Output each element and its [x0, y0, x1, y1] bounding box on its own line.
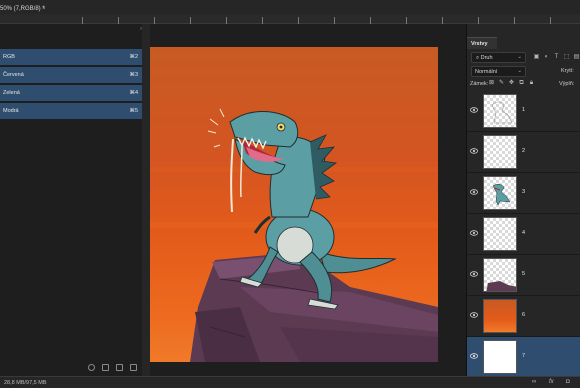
layer-name: 2	[522, 148, 526, 154]
artwork	[150, 108, 438, 362]
ruler-tick	[442, 17, 443, 24]
adjustment-filter-icon[interactable]: ◐	[543, 54, 550, 61]
link-layers-icon[interactable]: ∞	[532, 379, 536, 385]
kind-filter-dropdown[interactable]: ⌕ Druh ⌄	[471, 52, 526, 63]
layers-panel: Vrstvy ⌕ Druh ⌄ ▣ ◐ T ⬚ ▤ Normální ⌄ Kry…	[466, 24, 580, 378]
layer-row[interactable]: 1	[467, 91, 580, 132]
ruler-tick	[550, 17, 551, 24]
layer-row[interactable]: 6	[467, 296, 580, 337]
channel-shortcut: ⌘4	[129, 90, 138, 96]
layer-row[interactable]: 3	[467, 173, 580, 214]
mask-icon[interactable]: ◘	[566, 379, 570, 385]
layer-thumbnail	[483, 135, 517, 169]
lock-position-icon[interactable]: ✥	[508, 80, 515, 87]
layer-name: 7	[522, 353, 526, 359]
ruler-tick	[190, 17, 191, 24]
opacity-label: Krytí:	[561, 68, 574, 74]
ruler-tick	[298, 17, 299, 24]
layer-name: 6	[522, 312, 526, 318]
ruler-tick	[118, 17, 119, 24]
channel-shortcut: ⌘5	[129, 108, 138, 114]
layer-thumbnail	[483, 176, 517, 210]
layers-tab[interactable]: Vrstvy	[467, 37, 497, 49]
channel-shortcut: ⌘2	[129, 54, 138, 60]
close-tab-icon[interactable]: ×	[42, 4, 46, 14]
save-selection-icon[interactable]	[102, 364, 109, 371]
layer-name: 3	[522, 189, 526, 195]
ruler-tick	[478, 17, 479, 24]
ruler-tick	[514, 17, 515, 24]
layer-thumbnail	[483, 340, 517, 374]
ruler-tick	[370, 17, 371, 24]
ruler-tick	[154, 17, 155, 24]
layers-tab-label: Vrstvy	[471, 41, 488, 47]
layer-row[interactable]: 2	[467, 132, 580, 173]
channels-panel: RGB ⌘2 Červená ⌘3 Zelená ⌘4 Modrá ⌘5	[0, 49, 142, 121]
channel-label: Modrá	[3, 108, 19, 114]
status-bar: 28,8 MB/97,5 MB ∞ fx ◘	[0, 376, 580, 388]
eye-icon[interactable]	[470, 107, 478, 113]
shape-filter-icon[interactable]: ⬚	[563, 54, 570, 61]
eye-icon[interactable]	[470, 230, 478, 236]
blend-mode-dropdown[interactable]: Normální ⌄	[471, 66, 526, 77]
new-channel-icon[interactable]	[116, 364, 123, 371]
eye-icon[interactable]	[470, 148, 478, 154]
chevron-down-icon: ⌄	[517, 54, 522, 60]
channel-row-rgb[interactable]: RGB ⌘2	[0, 49, 142, 66]
lock-transparent-icon[interactable]: ⊠	[488, 80, 495, 87]
layer-name: 5	[522, 271, 526, 277]
layer-row-selected[interactable]: 7	[467, 337, 580, 378]
horizontal-ruler	[0, 14, 580, 24]
layer-name: 4	[522, 230, 526, 236]
chevron-down-icon: ⌄	[517, 68, 522, 74]
layer-name: 1	[522, 107, 526, 113]
load-selection-icon[interactable]	[88, 364, 95, 371]
smart-object-filter-icon[interactable]: ▤	[573, 54, 580, 61]
lock-all-icon[interactable]: 🔒︎	[528, 80, 535, 87]
channel-row-blue[interactable]: Modrá ⌘5	[0, 103, 142, 120]
eye-icon[interactable]	[470, 312, 478, 318]
ruler-tick	[262, 17, 263, 24]
channel-row-red[interactable]: Červená ⌘3	[0, 67, 142, 84]
dino-thumbnail	[492, 184, 511, 206]
layer-thumbnail	[483, 94, 517, 128]
layer-thumbnail	[483, 299, 517, 333]
layer-row[interactable]: 4	[467, 214, 580, 255]
pixel-filter-icon[interactable]: ▣	[533, 54, 540, 61]
channel-label: Zelená	[3, 90, 20, 96]
ruler-tick	[226, 17, 227, 24]
layer-row[interactable]: 5	[467, 255, 580, 296]
ruler-tick	[334, 17, 335, 24]
rocks-thumbnail	[486, 281, 516, 291]
lock-artboard-icon[interactable]: ⧉	[518, 80, 525, 87]
fill-label: Výplň:	[559, 81, 575, 87]
kind-filter-label: ⌕ Druh	[476, 55, 493, 61]
ruler-tick	[82, 17, 83, 24]
layer-thumbnail	[483, 258, 517, 292]
channel-row-green[interactable]: Zelená ⌘4	[0, 85, 142, 102]
layer-thumbnail	[483, 217, 517, 251]
type-filter-icon[interactable]: T	[553, 54, 560, 61]
eye-icon[interactable]	[470, 189, 478, 195]
vertical-ruler	[142, 24, 150, 376]
sketch-thumbnail	[491, 101, 513, 124]
trash-icon[interactable]	[130, 364, 137, 371]
lock-paint-icon[interactable]: ✎	[498, 80, 505, 87]
channel-label: RGB	[3, 54, 15, 60]
channel-shortcut: ⌘3	[129, 72, 138, 78]
document-size: 28,8 MB/97,5 MB	[4, 380, 47, 386]
ruler-tick	[406, 17, 407, 24]
eye-icon[interactable]	[470, 271, 478, 277]
eye-icon[interactable]	[470, 353, 478, 359]
document-canvas[interactable]	[150, 47, 438, 362]
blend-mode-label: Normální	[475, 69, 498, 75]
lock-label: Zámek:	[470, 81, 489, 87]
channel-label: Červená	[3, 72, 24, 78]
channels-footer	[0, 362, 142, 374]
fx-button[interactable]: fx	[549, 379, 554, 385]
